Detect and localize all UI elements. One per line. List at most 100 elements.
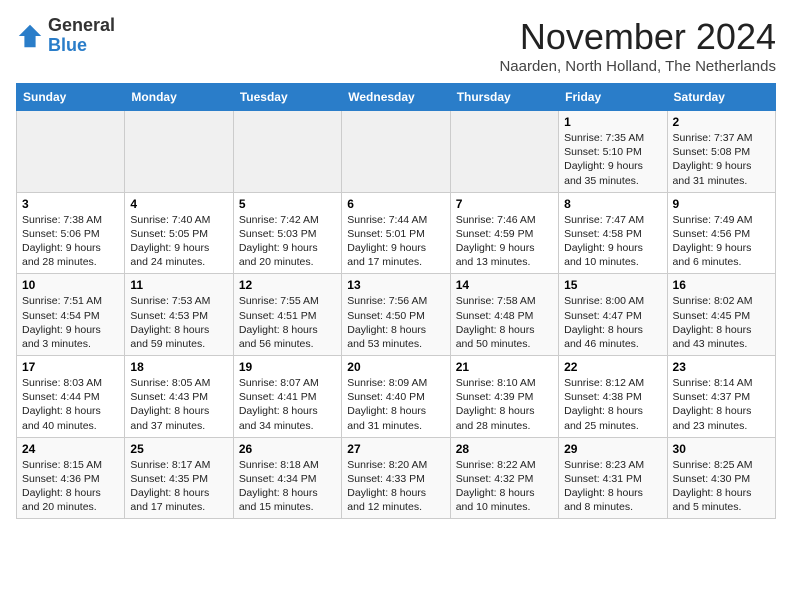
day-number: 11 bbox=[130, 278, 227, 292]
day-info: Sunrise: 8:05 AM Sunset: 4:43 PM Dayligh… bbox=[130, 376, 227, 433]
weekday-header-cell: Tuesday bbox=[233, 84, 341, 111]
day-info: Sunrise: 7:53 AM Sunset: 4:53 PM Dayligh… bbox=[130, 294, 227, 351]
day-info: Sunrise: 8:10 AM Sunset: 4:39 PM Dayligh… bbox=[456, 376, 553, 433]
calendar-day-cell: 18 Sunrise: 8:05 AM Sunset: 4:43 PM Dayli… bbox=[125, 356, 233, 438]
calendar-day-cell: 23 Sunrise: 8:14 AM Sunset: 4:37 PM Dayli… bbox=[667, 356, 775, 438]
calendar-day-cell: 8 Sunrise: 7:47 AM Sunset: 4:58 PM Daylig… bbox=[559, 192, 667, 274]
calendar-week-row: 10 Sunrise: 7:51 AM Sunset: 4:54 PM Dayli… bbox=[17, 274, 776, 356]
day-number: 1 bbox=[564, 115, 661, 129]
day-info: Sunrise: 8:17 AM Sunset: 4:35 PM Dayligh… bbox=[130, 458, 227, 515]
calendar-week-row: 24 Sunrise: 8:15 AM Sunset: 4:36 PM Dayli… bbox=[17, 437, 776, 519]
day-number: 16 bbox=[673, 278, 770, 292]
calendar-day-cell: 29 Sunrise: 8:23 AM Sunset: 4:31 PM Dayli… bbox=[559, 437, 667, 519]
calendar-day-cell: 7 Sunrise: 7:46 AM Sunset: 4:59 PM Daylig… bbox=[450, 192, 558, 274]
calendar-day-cell: 16 Sunrise: 8:02 AM Sunset: 4:45 PM Dayli… bbox=[667, 274, 775, 356]
calendar-day-cell: 4 Sunrise: 7:40 AM Sunset: 5:05 PM Daylig… bbox=[125, 192, 233, 274]
day-info: Sunrise: 7:51 AM Sunset: 4:54 PM Dayligh… bbox=[22, 294, 119, 351]
calendar-day-cell: 20 Sunrise: 8:09 AM Sunset: 4:40 PM Dayli… bbox=[342, 356, 450, 438]
day-number: 21 bbox=[456, 360, 553, 374]
calendar-day-cell: 19 Sunrise: 8:07 AM Sunset: 4:41 PM Dayli… bbox=[233, 356, 341, 438]
day-info: Sunrise: 7:42 AM Sunset: 5:03 PM Dayligh… bbox=[239, 213, 336, 270]
calendar-day-cell: 24 Sunrise: 8:15 AM Sunset: 4:36 PM Dayli… bbox=[17, 437, 125, 519]
day-info: Sunrise: 8:20 AM Sunset: 4:33 PM Dayligh… bbox=[347, 458, 444, 515]
calendar-day-cell bbox=[233, 111, 341, 193]
weekday-header-cell: Thursday bbox=[450, 84, 558, 111]
day-number: 14 bbox=[456, 278, 553, 292]
calendar-day-cell: 28 Sunrise: 8:22 AM Sunset: 4:32 PM Dayli… bbox=[450, 437, 558, 519]
calendar-day-cell bbox=[342, 111, 450, 193]
day-info: Sunrise: 8:07 AM Sunset: 4:41 PM Dayligh… bbox=[239, 376, 336, 433]
calendar-week-row: 1 Sunrise: 7:35 AM Sunset: 5:10 PM Daylig… bbox=[17, 111, 776, 193]
calendar-table: SundayMondayTuesdayWednesdayThursdayFrid… bbox=[16, 83, 776, 519]
day-info: Sunrise: 7:35 AM Sunset: 5:10 PM Dayligh… bbox=[564, 131, 661, 188]
day-number: 12 bbox=[239, 278, 336, 292]
day-info: Sunrise: 8:15 AM Sunset: 4:36 PM Dayligh… bbox=[22, 458, 119, 515]
weekday-header-cell: Friday bbox=[559, 84, 667, 111]
day-number: 10 bbox=[22, 278, 119, 292]
day-number: 28 bbox=[456, 442, 553, 456]
calendar-day-cell: 3 Sunrise: 7:38 AM Sunset: 5:06 PM Daylig… bbox=[17, 192, 125, 274]
calendar-day-cell: 15Sunrise: 8:00 AM Sunset: 4:47 PM Dayli… bbox=[559, 274, 667, 356]
day-number: 26 bbox=[239, 442, 336, 456]
weekday-header-cell: Saturday bbox=[667, 84, 775, 111]
weekday-header-row: SundayMondayTuesdayWednesdayThursdayFrid… bbox=[17, 84, 776, 111]
day-number: 22 bbox=[564, 360, 661, 374]
day-info: Sunrise: 7:55 AM Sunset: 4:51 PM Dayligh… bbox=[239, 294, 336, 351]
calendar-day-cell bbox=[17, 111, 125, 193]
calendar-day-cell: 13Sunrise: 7:56 AM Sunset: 4:50 PM Dayli… bbox=[342, 274, 450, 356]
page-header: General Blue November 2024 Naarden, Nort… bbox=[16, 16, 776, 75]
day-info: Sunrise: 7:44 AM Sunset: 5:01 PM Dayligh… bbox=[347, 213, 444, 270]
calendar-day-cell: 2Sunrise: 7:37 AM Sunset: 5:08 PM Daylig… bbox=[667, 111, 775, 193]
day-number: 17 bbox=[22, 360, 119, 374]
calendar-day-cell: 14 Sunrise: 7:58 AM Sunset: 4:48 PM Dayli… bbox=[450, 274, 558, 356]
calendar-day-cell: 22Sunrise: 8:12 AM Sunset: 4:38 PM Dayli… bbox=[559, 356, 667, 438]
calendar-day-cell: 26 Sunrise: 8:18 AM Sunset: 4:34 PM Dayli… bbox=[233, 437, 341, 519]
calendar-day-cell: 6 Sunrise: 7:44 AM Sunset: 5:01 PM Daylig… bbox=[342, 192, 450, 274]
calendar-day-cell: 27 Sunrise: 8:20 AM Sunset: 4:33 PM Dayli… bbox=[342, 437, 450, 519]
day-number: 9 bbox=[673, 197, 770, 211]
day-number: 19 bbox=[239, 360, 336, 374]
day-info: Sunrise: 7:46 AM Sunset: 4:59 PM Dayligh… bbox=[456, 213, 553, 270]
location-subtitle: Naarden, North Holland, The Netherlands bbox=[499, 58, 776, 75]
day-number: 2 bbox=[673, 115, 770, 129]
calendar-week-row: 3 Sunrise: 7:38 AM Sunset: 5:06 PM Daylig… bbox=[17, 192, 776, 274]
day-number: 23 bbox=[673, 360, 770, 374]
weekday-header-cell: Sunday bbox=[17, 84, 125, 111]
day-info: Sunrise: 7:40 AM Sunset: 5:05 PM Dayligh… bbox=[130, 213, 227, 270]
day-info: Sunrise: 8:02 AM Sunset: 4:45 PM Dayligh… bbox=[673, 294, 770, 351]
day-info: Sunrise: 7:56 AM Sunset: 4:50 PM Dayligh… bbox=[347, 294, 444, 351]
calendar-day-cell: 1 Sunrise: 7:35 AM Sunset: 5:10 PM Daylig… bbox=[559, 111, 667, 193]
day-info: Sunrise: 8:23 AM Sunset: 4:31 PM Dayligh… bbox=[564, 458, 661, 515]
day-info: Sunrise: 8:18 AM Sunset: 4:34 PM Dayligh… bbox=[239, 458, 336, 515]
day-number: 18 bbox=[130, 360, 227, 374]
day-info: Sunrise: 8:14 AM Sunset: 4:37 PM Dayligh… bbox=[673, 376, 770, 433]
day-number: 30 bbox=[673, 442, 770, 456]
day-number: 20 bbox=[347, 360, 444, 374]
calendar-day-cell bbox=[125, 111, 233, 193]
weekday-header-cell: Monday bbox=[125, 84, 233, 111]
day-number: 7 bbox=[456, 197, 553, 211]
day-info: Sunrise: 7:47 AM Sunset: 4:58 PM Dayligh… bbox=[564, 213, 661, 270]
day-info: Sunrise: 8:22 AM Sunset: 4:32 PM Dayligh… bbox=[456, 458, 553, 515]
day-info: Sunrise: 8:25 AM Sunset: 4:30 PM Dayligh… bbox=[673, 458, 770, 515]
day-info: Sunrise: 8:09 AM Sunset: 4:40 PM Dayligh… bbox=[347, 376, 444, 433]
calendar-day-cell: 11 Sunrise: 7:53 AM Sunset: 4:53 PM Dayli… bbox=[125, 274, 233, 356]
calendar-day-cell: 21 Sunrise: 8:10 AM Sunset: 4:39 PM Dayli… bbox=[450, 356, 558, 438]
logo-icon bbox=[16, 22, 44, 50]
day-number: 4 bbox=[130, 197, 227, 211]
calendar-day-cell: 10 Sunrise: 7:51 AM Sunset: 4:54 PM Dayli… bbox=[17, 274, 125, 356]
calendar-day-cell: 5Sunrise: 7:42 AM Sunset: 5:03 PM Daylig… bbox=[233, 192, 341, 274]
title-area: November 2024 Naarden, North Holland, Th… bbox=[499, 16, 776, 75]
day-number: 24 bbox=[22, 442, 119, 456]
day-number: 3 bbox=[22, 197, 119, 211]
day-info: Sunrise: 7:38 AM Sunset: 5:06 PM Dayligh… bbox=[22, 213, 119, 270]
day-info: Sunrise: 7:49 AM Sunset: 4:56 PM Dayligh… bbox=[673, 213, 770, 270]
day-number: 25 bbox=[130, 442, 227, 456]
calendar-day-cell: 30 Sunrise: 8:25 AM Sunset: 4:30 PM Dayli… bbox=[667, 437, 775, 519]
day-number: 8 bbox=[564, 197, 661, 211]
day-number: 27 bbox=[347, 442, 444, 456]
day-number: 6 bbox=[347, 197, 444, 211]
day-info: Sunrise: 7:58 AM Sunset: 4:48 PM Dayligh… bbox=[456, 294, 553, 351]
calendar-day-cell bbox=[450, 111, 558, 193]
day-number: 29 bbox=[564, 442, 661, 456]
